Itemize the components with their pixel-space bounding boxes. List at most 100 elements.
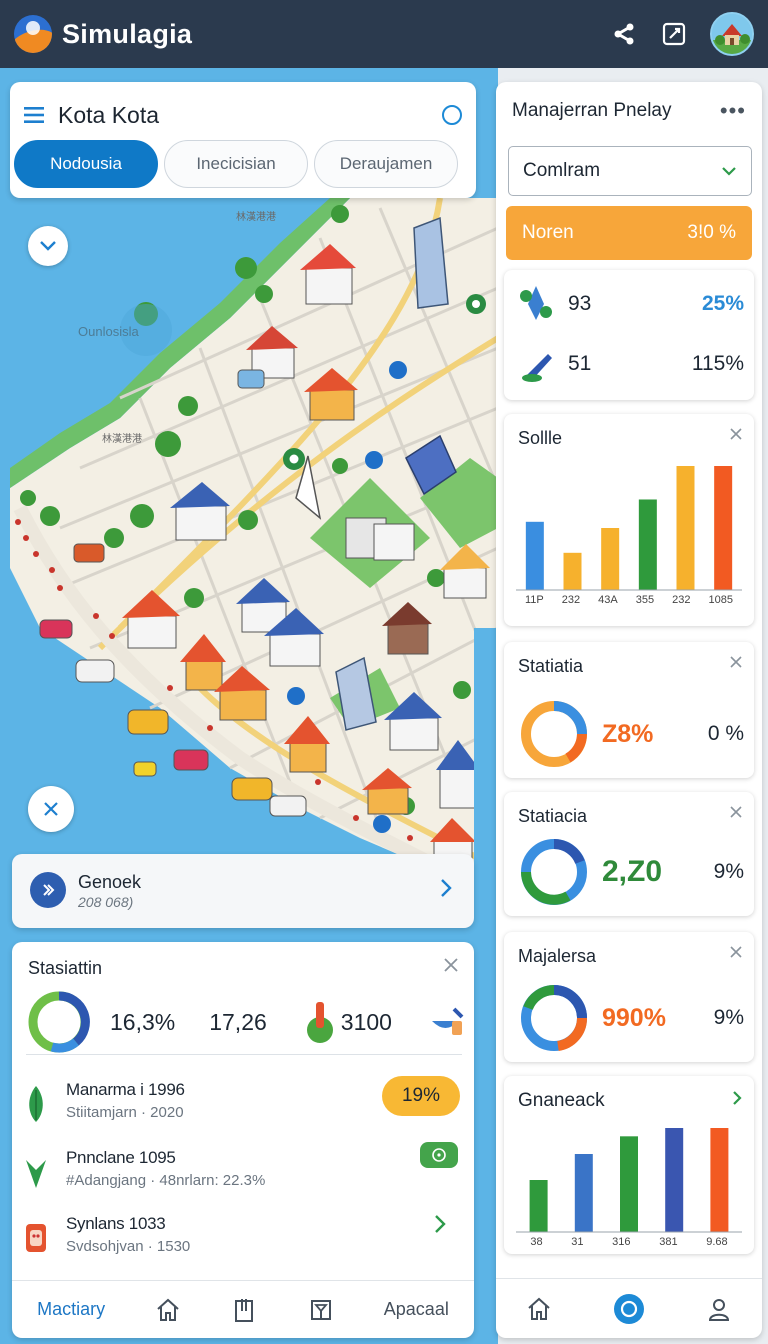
list-item[interactable]: Manarma i 1996 Stiitamjarn · 2020 19% bbox=[24, 1076, 464, 1136]
bar-3 bbox=[665, 1128, 684, 1232]
donut-chart-icon bbox=[28, 991, 90, 1053]
leaf-icon bbox=[29, 1086, 43, 1122]
donut-chart bbox=[521, 985, 588, 1051]
highlight-label: Noren bbox=[522, 222, 574, 243]
bar-3 bbox=[638, 499, 657, 590]
kpi-value: 51 bbox=[568, 352, 592, 375]
home-icon[interactable] bbox=[155, 1297, 181, 1323]
donut-chart bbox=[521, 701, 587, 767]
item-subtitle: Svdsohjvan · 1530 bbox=[66, 1238, 191, 1255]
stats-title: Stasiattin bbox=[28, 958, 103, 978]
tick-label: 31 bbox=[571, 1236, 584, 1248]
tick-label: 316 bbox=[612, 1236, 631, 1248]
record-button-icon[interactable] bbox=[613, 1293, 645, 1325]
stat-big-value: 2,Z0 bbox=[602, 855, 663, 888]
rocket-icon bbox=[520, 286, 552, 320]
tick-label: 38 bbox=[530, 1236, 543, 1248]
more-options-icon[interactable]: ••• bbox=[720, 98, 746, 124]
collapse-button[interactable] bbox=[28, 226, 68, 266]
category-select[interactable]: Comlram bbox=[508, 146, 752, 196]
edit-icon[interactable] bbox=[660, 20, 688, 48]
tick-label: 381 bbox=[659, 1236, 678, 1248]
tick-label: 1085 bbox=[708, 594, 733, 606]
close-icon[interactable] bbox=[730, 946, 742, 958]
item-title: Manarma i 1996 bbox=[66, 1080, 185, 1099]
user-icon[interactable] bbox=[706, 1296, 732, 1322]
general-title: Genoek bbox=[78, 872, 142, 892]
home-icon[interactable] bbox=[526, 1296, 552, 1322]
tick-label: 43A bbox=[598, 594, 618, 606]
nav-mactiary[interactable]: Mactiary bbox=[37, 1299, 105, 1320]
stat-card-3: Majalersa 990% 9% bbox=[504, 932, 754, 1062]
tools-icon bbox=[432, 1007, 464, 1035]
map-label-2: 林漢港港 bbox=[102, 432, 142, 445]
kpi-percent: 25% bbox=[701, 292, 744, 315]
stat-big-value: 990% bbox=[602, 1003, 666, 1032]
select-value: Comlram bbox=[523, 160, 601, 181]
close-icon[interactable] bbox=[730, 428, 742, 440]
close-icon[interactable] bbox=[444, 958, 458, 972]
statistics-card: Stasiattin 16,3% 17,26 3100 Manarma i 19… bbox=[12, 942, 474, 1338]
bottom-nav: Mactiary Apacaal bbox=[12, 1280, 474, 1338]
list-item[interactable]: Pnnclane 1095 #Adangjang · 48nrlarn: 22.… bbox=[24, 1142, 464, 1204]
tab-nodousia[interactable]: Nodousia bbox=[14, 140, 158, 188]
tab-inecicisian[interactable]: Inecicisian bbox=[164, 140, 308, 188]
percent-badge: 19% bbox=[382, 1076, 460, 1116]
chevron-right-icon[interactable] bbox=[732, 1090, 742, 1106]
city-title: Kota Kota bbox=[58, 101, 160, 128]
chevron-right-icon[interactable] bbox=[440, 878, 452, 898]
donut-chart bbox=[521, 839, 587, 905]
close-icon bbox=[44, 802, 58, 816]
menu-icon[interactable] bbox=[24, 106, 44, 124]
chart-title: Gnaneack bbox=[518, 1090, 605, 1111]
share-icon[interactable] bbox=[610, 20, 638, 48]
stat-title: Statiacia bbox=[518, 806, 588, 826]
mask-icon bbox=[26, 1224, 46, 1252]
flag-icon[interactable] bbox=[308, 1297, 334, 1323]
stat-value-3: 3100 bbox=[340, 1008, 392, 1035]
tab-deraujamen[interactable]: Deraujamen bbox=[314, 140, 458, 188]
bar-2 bbox=[601, 528, 620, 590]
toggle-switch[interactable] bbox=[420, 1142, 458, 1168]
bar-0 bbox=[529, 1180, 548, 1232]
map-pin-icon bbox=[306, 1002, 333, 1043]
bar-2 bbox=[620, 1136, 638, 1232]
stat-small-value: 9% bbox=[713, 1006, 744, 1029]
tick-label: 355 bbox=[635, 594, 655, 606]
chevron-right-icon[interactable] bbox=[434, 1214, 446, 1234]
bar-4 bbox=[676, 466, 695, 590]
close-icon[interactable] bbox=[730, 656, 742, 668]
item-title: Synlans 1033 bbox=[66, 1214, 166, 1233]
general-card[interactable]: Genoek 208 068) bbox=[12, 854, 474, 928]
app-header: Simulagia bbox=[0, 0, 768, 68]
chart-title: Sollle bbox=[518, 428, 563, 448]
stat-big-value: Z8% bbox=[602, 719, 654, 748]
tick-label: 232 bbox=[672, 594, 691, 606]
chart-card-sollle: Sollle 11P 232 43A 355 232 1085 bbox=[504, 414, 754, 626]
status-circle-icon[interactable] bbox=[442, 105, 462, 125]
stat-small-value: 9% bbox=[713, 860, 744, 883]
stat-value-2: 17,26 bbox=[209, 1008, 267, 1035]
manager-title: Manajerran Pnelay bbox=[512, 100, 672, 121]
stat-card-1: Statiatia Z8% 0 % bbox=[504, 642, 754, 778]
close-map-button[interactable] bbox=[28, 786, 74, 832]
highlight-bar[interactable]: Noren 3!0 % bbox=[506, 206, 752, 260]
stat-title: Majalersa bbox=[518, 946, 597, 966]
stat-small-value: 0 % bbox=[707, 722, 744, 745]
document-icon[interactable] bbox=[231, 1297, 257, 1323]
list-item[interactable]: Synlans 1033 Svdsohjvan · 1530 bbox=[24, 1214, 464, 1270]
tick-label: 232 bbox=[561, 594, 581, 606]
shovel-icon bbox=[522, 354, 552, 382]
chart-card-gnaneack: Gnaneack 38 31 316 381 9.68 bbox=[504, 1076, 754, 1254]
bar-chart bbox=[516, 466, 742, 591]
tick-label: 11P bbox=[525, 594, 544, 606]
chevron-down-icon bbox=[40, 241, 56, 251]
user-avatar[interactable] bbox=[710, 12, 754, 56]
bar-1 bbox=[563, 552, 582, 590]
close-icon[interactable] bbox=[730, 806, 742, 818]
bar-5 bbox=[714, 466, 733, 590]
nav-apacaal[interactable]: Apacaal bbox=[384, 1299, 449, 1320]
forward-icon bbox=[30, 872, 66, 908]
map-label-1: 林漢港港 bbox=[236, 210, 276, 223]
axis-tick-labels: 38 31 316 381 9.68 bbox=[516, 1236, 742, 1248]
